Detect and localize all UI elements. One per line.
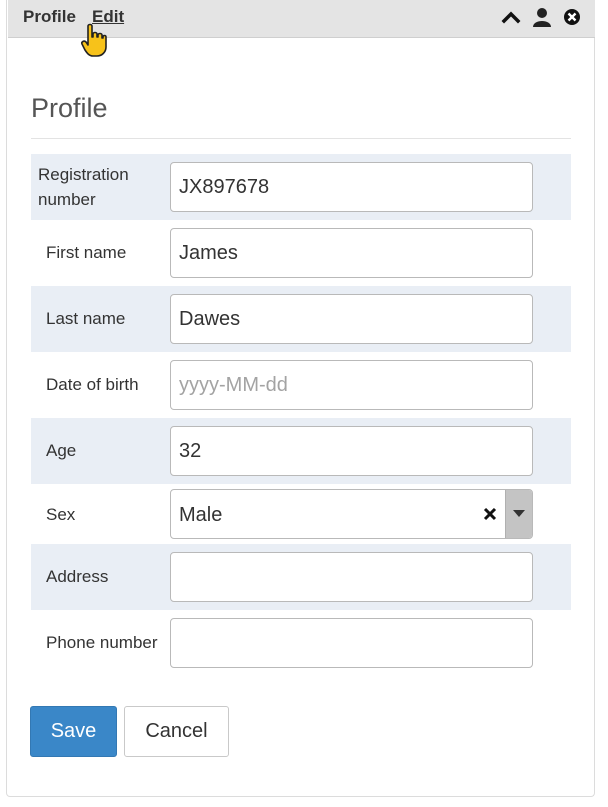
first-name-input[interactable]: [170, 228, 533, 278]
address-input[interactable]: [170, 552, 533, 602]
phone-number-input[interactable]: [170, 618, 533, 668]
sex-label: Sex: [46, 505, 76, 524]
user-icon[interactable]: [531, 6, 553, 28]
address-label: Address: [46, 567, 109, 586]
panel-title: Profile: [23, 7, 76, 26]
chevron-up-icon[interactable]: [500, 6, 522, 28]
dob-label: Date of birth: [46, 375, 139, 394]
first-name-label: First name: [46, 243, 127, 262]
dropdown-toggle[interactable]: [505, 490, 532, 538]
section-title: Profile: [31, 93, 108, 123]
registration-label: Registration number: [38, 165, 129, 209]
date-of-birth-input[interactable]: [170, 360, 533, 410]
section-divider: [31, 138, 571, 139]
close-circle-icon[interactable]: [561, 6, 583, 28]
registration-number-input[interactable]: [170, 162, 533, 212]
cancel-button[interactable]: Cancel: [124, 706, 229, 757]
sex-select-value: Male: [179, 504, 223, 526]
age-input[interactable]: [170, 426, 533, 476]
last-name-label: Last name: [46, 309, 126, 328]
hand-cursor-icon: [80, 22, 108, 58]
phone-label: Phone number: [46, 633, 158, 652]
save-button[interactable]: Save: [30, 706, 117, 757]
clear-icon[interactable]: [482, 506, 498, 522]
age-label: Age: [46, 441, 77, 460]
sex-select[interactable]: Male: [170, 489, 533, 539]
last-name-input[interactable]: [170, 294, 533, 344]
caret-down-icon: [513, 510, 525, 517]
